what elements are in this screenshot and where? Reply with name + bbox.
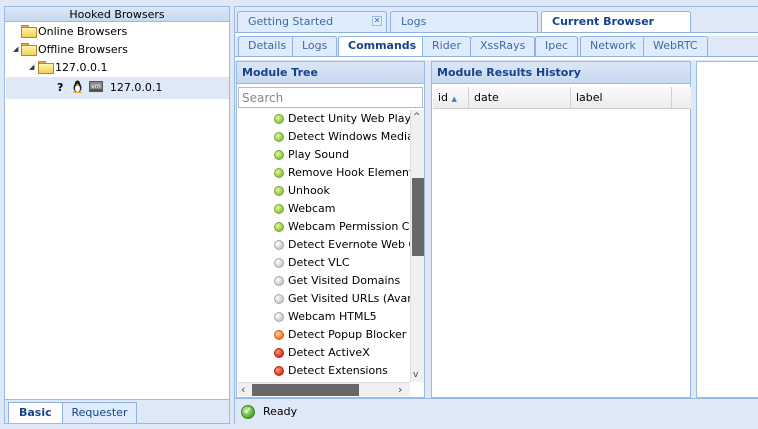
- subtab-xssrays[interactable]: XssRays: [470, 36, 536, 56]
- list-item[interactable]: Webcam Permission Check: [274, 218, 410, 236]
- scroll-right-icon[interactable]: ›: [398, 383, 402, 396]
- tab-requester[interactable]: Requester: [62, 402, 137, 423]
- subtab-rider[interactable]: Rider: [422, 36, 471, 56]
- linux-tux-icon: [72, 80, 82, 94]
- status-dot-icon: [274, 168, 284, 178]
- list-item[interactable]: Remove Hook Element: [274, 164, 410, 182]
- status-dot-icon: [274, 114, 284, 124]
- subtab-logs[interactable]: Logs: [292, 36, 338, 56]
- status-bar: ✓ Ready: [235, 398, 758, 424]
- list-item[interactable]: Webcam: [274, 200, 336, 218]
- results-title: Module Results History: [432, 62, 690, 84]
- list-item[interactable]: Detect Unity Web Player: [274, 110, 410, 128]
- list-item[interactable]: Play Sound: [274, 146, 349, 164]
- list-item[interactable]: Detect Extensions: [274, 362, 388, 380]
- status-dot-icon: [274, 240, 284, 250]
- scroll-down-icon[interactable]: v: [413, 370, 418, 380]
- column-header-id[interactable]: id ▲: [433, 87, 469, 109]
- list-item[interactable]: Unhook: [274, 182, 330, 200]
- tab-logs[interactable]: Logs: [390, 11, 538, 32]
- list-item[interactable]: Detect VLC: [274, 254, 350, 272]
- module-results-panel: Module Results History id ▲ date label: [431, 61, 691, 398]
- expanded-arrow-icon[interactable]: ◢: [29, 63, 34, 71]
- tab-getting-started[interactable]: Getting Started ✕: [237, 11, 387, 32]
- sort-asc-icon: ▲: [451, 95, 457, 103]
- status-dot-icon: [274, 150, 284, 160]
- svg-text:vm: vm: [92, 83, 102, 90]
- module-tree-title: Module Tree: [237, 62, 424, 84]
- open-folder-icon: [38, 61, 54, 74]
- status-dot-icon: [274, 186, 284, 196]
- status-dot-icon: [274, 132, 284, 142]
- subtab-webrtc[interactable]: WebRTC: [643, 36, 708, 56]
- scroll-left-icon[interactable]: ‹: [241, 383, 245, 396]
- list-item[interactable]: Get Visited Domains: [274, 272, 400, 290]
- list-item[interactable]: Detect Windows Media Player: [274, 128, 410, 146]
- status-dot-icon: [274, 348, 284, 358]
- scrollbar-thumb[interactable]: [412, 178, 424, 256]
- column-header-date[interactable]: date: [469, 87, 571, 109]
- list-item[interactable]: Webcam HTML5: [274, 308, 377, 326]
- tree-item-offline-browsers[interactable]: Offline Browsers: [21, 41, 128, 59]
- expanded-arrow-icon[interactable]: ◢: [13, 45, 18, 53]
- scrollbar-thumb[interactable]: [252, 384, 359, 396]
- ready-check-icon: ✓: [241, 405, 255, 419]
- subtab-details[interactable]: Details: [238, 36, 297, 56]
- list-item[interactable]: Detect Evernote Web Clipper: [274, 236, 410, 254]
- status-dot-icon: [274, 222, 284, 232]
- status-dot-icon: [274, 258, 284, 268]
- subtab-ipec[interactable]: Ipec: [535, 36, 579, 56]
- folder-icon: [21, 43, 37, 56]
- list-item[interactable]: Get Visited URLs (Avant: [274, 290, 410, 308]
- subtab-commands[interactable]: Commands: [338, 36, 427, 57]
- hooked-browsers-panel: Hooked Browsers Online Browsers ◢ Offlin…: [4, 6, 230, 424]
- vertical-scrollbar[interactable]: ^ v: [410, 110, 424, 382]
- results-table-header: id ▲ date label: [433, 87, 691, 109]
- folder-icon: [21, 25, 37, 38]
- status-dot-icon: [274, 366, 284, 376]
- status-dot-icon: [274, 294, 284, 304]
- close-icon[interactable]: ✕: [372, 16, 382, 26]
- horizontal-scrollbar[interactable]: ‹ ›: [238, 382, 410, 396]
- column-header-label[interactable]: label: [571, 87, 672, 109]
- module-tree-panel: Module Tree Detect Unity Web Player Dete…: [236, 61, 425, 398]
- left-tab-bar: Basic Requester: [5, 399, 229, 423]
- panel-title: Hooked Browsers: [5, 7, 229, 22]
- status-dot-icon: [274, 204, 284, 214]
- list-item[interactable]: Detect Popup Blocker: [274, 326, 406, 344]
- module-list: Detect Unity Web Player Detect Windows M…: [238, 110, 410, 382]
- tab-current-browser[interactable]: Current Browser: [541, 11, 691, 33]
- status-text: Ready: [263, 405, 298, 418]
- tree-item-hooked-browser[interactable]: ? vm 127.0.0.1: [57, 79, 162, 97]
- status-dot-icon: [274, 276, 284, 286]
- help-icon: ?: [57, 81, 64, 94]
- search-input[interactable]: [238, 87, 423, 108]
- subtab-network[interactable]: Network: [580, 36, 646, 56]
- list-item[interactable]: Detect ActiveX: [274, 344, 370, 362]
- status-dot-icon: [274, 330, 284, 340]
- status-dot-icon: [274, 312, 284, 322]
- subtab-strip: [235, 56, 758, 60]
- main-panel: Getting Started ✕ Logs Current Browser D…: [234, 6, 758, 424]
- detail-panel: [696, 61, 758, 398]
- tree-item-host[interactable]: 127.0.0.1: [38, 59, 107, 77]
- tree-item-online-browsers[interactable]: Online Browsers: [21, 23, 127, 41]
- tab-basic[interactable]: Basic: [8, 402, 63, 423]
- scroll-up-icon[interactable]: ^: [413, 112, 421, 122]
- vm-icon: vm: [89, 81, 104, 92]
